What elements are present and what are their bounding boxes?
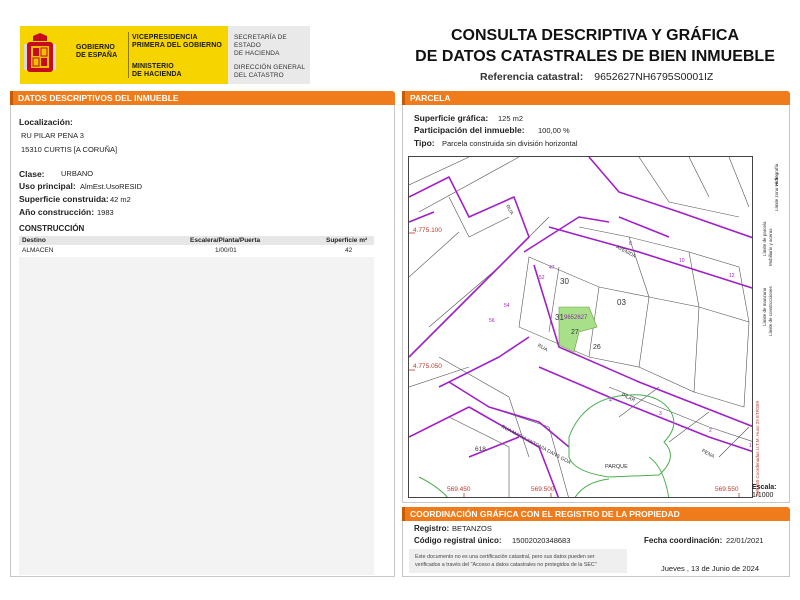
section-header-coordinacion: COORDINACIÓN GRÁFICA CON EL REGISTRO DE …: [402, 507, 790, 521]
participacion-value: 100,00 %: [538, 126, 570, 135]
col-superficie: Superficie m²: [326, 237, 368, 244]
legend-utm-note: 569.550 Coordenadas U.T.M. Huso 29 ETRS8…: [755, 400, 760, 496]
superficie-grafica-label: Superficie gráfica:: [414, 113, 489, 123]
registro-value: BETANZOS: [452, 524, 492, 533]
superficie-construida-value: 42 m2: [110, 195, 131, 204]
catastro-label-block: SECRETARÍA DE ESTADO DE HACIENDA DIRECCI…: [228, 26, 310, 84]
map-coord-x3: 569.550: [715, 486, 739, 493]
map-coord-y1: 4.775.100: [413, 227, 442, 234]
spain-coat-of-arms-icon: [20, 26, 60, 84]
document-title-line1: CONSULTA DESCRIPTIVA Y GRÁFICA: [450, 27, 739, 44]
svg-text:2: 2: [709, 428, 712, 434]
map-coord-y2: 4.775.050: [413, 363, 442, 370]
svg-text:56: 56: [489, 318, 495, 324]
section-header-parcela: PARCELA: [402, 91, 790, 105]
construction-table-body: [19, 257, 374, 575]
svg-text:47: 47: [549, 265, 555, 271]
uso-principal-value: AlmEst.UsoRESID: [80, 182, 143, 191]
map-parcel-618: 618: [475, 446, 486, 453]
section-header-datos-descriptivos: DATOS DESCRIPTIVOS DEL INMUEBLE: [10, 91, 395, 105]
tipo-label: Tipo:: [414, 138, 435, 148]
svg-text:3: 3: [659, 411, 662, 417]
legend-item: Límite de parcela: [762, 221, 767, 256]
map-parcel-26: 26: [593, 344, 601, 351]
localizacion-label: Localización:: [19, 117, 73, 127]
map-scale: Escala: 1/1000: [752, 484, 777, 500]
svg-text:4: 4: [609, 398, 612, 404]
construccion-title: CONSTRUCCIÓN: [19, 224, 85, 233]
clase-label: Clase:: [19, 169, 45, 179]
col-destino: Destino: [22, 237, 46, 244]
legend-item: Límite de construcciones: [768, 286, 773, 336]
anio-construccion-label: Año construcción:: [19, 207, 95, 217]
map-parcel-30: 30: [560, 277, 569, 286]
svg-text:54: 54: [504, 303, 510, 309]
direccion-general-label: DIRECCIÓN GENERAL DEL CATASTRO: [234, 64, 306, 79]
svg-text:8: 8: [629, 241, 632, 247]
disclaimer-line2: verificados a través del "Acceso a datos…: [415, 562, 597, 568]
codigo-registral-label: Código registral único:: [414, 536, 502, 545]
map-coord-x2: 569.500: [531, 486, 555, 493]
fecha-coordinacion-label: Fecha coordinación:: [644, 536, 723, 545]
gobierno-de-espana-label: GOBIERNO DE ESPAÑA: [76, 44, 118, 59]
legend-item: Mobiliario y aceras: [768, 228, 773, 266]
cadastral-reference-label: Referencia catastral:: [480, 71, 584, 83]
cell-escalera: 1/00/01: [215, 247, 237, 254]
tipo-value: Parcela construida sin división horizont…: [442, 139, 578, 148]
map-legend: 569.550 Coordenadas U.T.M. Huso 29 ETRS8…: [752, 156, 779, 498]
map-parque-label: PARQUE: [605, 464, 628, 470]
scale-value: 1/1000: [752, 492, 774, 499]
scale-label: Escala:: [752, 484, 777, 491]
disclaimer-note: Este documento no es una certificación c…: [409, 549, 627, 573]
fecha-coordinacion-value: 22/01/2021: [726, 536, 764, 545]
document-date: Jueves , 13 de Junio de 2024: [661, 564, 759, 573]
cell-destino: ALMACEN: [22, 247, 54, 254]
legend-item: Hidrografía: [774, 163, 779, 186]
codigo-registral-value: 15002020348683: [512, 536, 571, 545]
ministry-label: VICEPRESIDENCIA PRIMERA DEL GOBIERNO MIN…: [132, 34, 222, 78]
superficie-construida-label: Superficie construida:: [19, 194, 109, 204]
col-escalera: Escalera/Planta/Puerta: [190, 237, 261, 244]
cadastral-reference-value: 9652627NH6795S0001IZ: [594, 71, 714, 83]
legend-item: Límite de manzana: [762, 287, 767, 326]
cadastral-reference: Referencia catastral: 9652627NH6795S0001…: [480, 71, 713, 83]
svg-text:52: 52: [539, 275, 545, 281]
anio-construccion-value: 1983: [97, 208, 114, 217]
uso-principal-label: Uso principal:: [19, 181, 76, 191]
construction-table-header: Destino Escalera/Planta/Puerta Superfici…: [19, 236, 374, 245]
svg-text:12: 12: [729, 273, 735, 279]
superficie-grafica-value: 125 m2: [498, 114, 524, 123]
map-svg: 5247 5456 43 21 810 12: [409, 157, 777, 497]
address-line2: 15310 CURTIS [A CORUÑA]: [21, 145, 118, 154]
cadastral-map[interactable]: 52 47 54 56 43 21 8 10 12 4.775.100 4.775.0…: [408, 156, 778, 498]
secretaria-label: SECRETARÍA DE ESTADO DE HACIENDA: [234, 34, 287, 57]
clase-value: URBANO: [61, 169, 94, 178]
disclaimer-line1: Este documento no es una certificación c…: [415, 554, 595, 560]
table-row: ALMACEN 1/00/01 42: [19, 246, 374, 256]
document-title-line2: DE DATOS CATASTRALES DE BIEN INMUEBLE: [415, 48, 775, 65]
map-parcel-31: 31: [555, 313, 564, 322]
registro-label: Registro:: [414, 524, 450, 533]
map-parcel-ref: 9652627: [564, 315, 588, 321]
map-coord-x1: 569.450: [447, 486, 471, 493]
map-parcel-03: 03: [617, 298, 626, 307]
cell-superficie: 42: [345, 247, 353, 254]
participacion-label: Participación del inmueble:: [414, 125, 525, 135]
address-line1: RU PILAR PENA 3: [21, 131, 84, 140]
svg-text:10: 10: [679, 258, 685, 264]
map-parcel-27: 27: [571, 329, 579, 336]
